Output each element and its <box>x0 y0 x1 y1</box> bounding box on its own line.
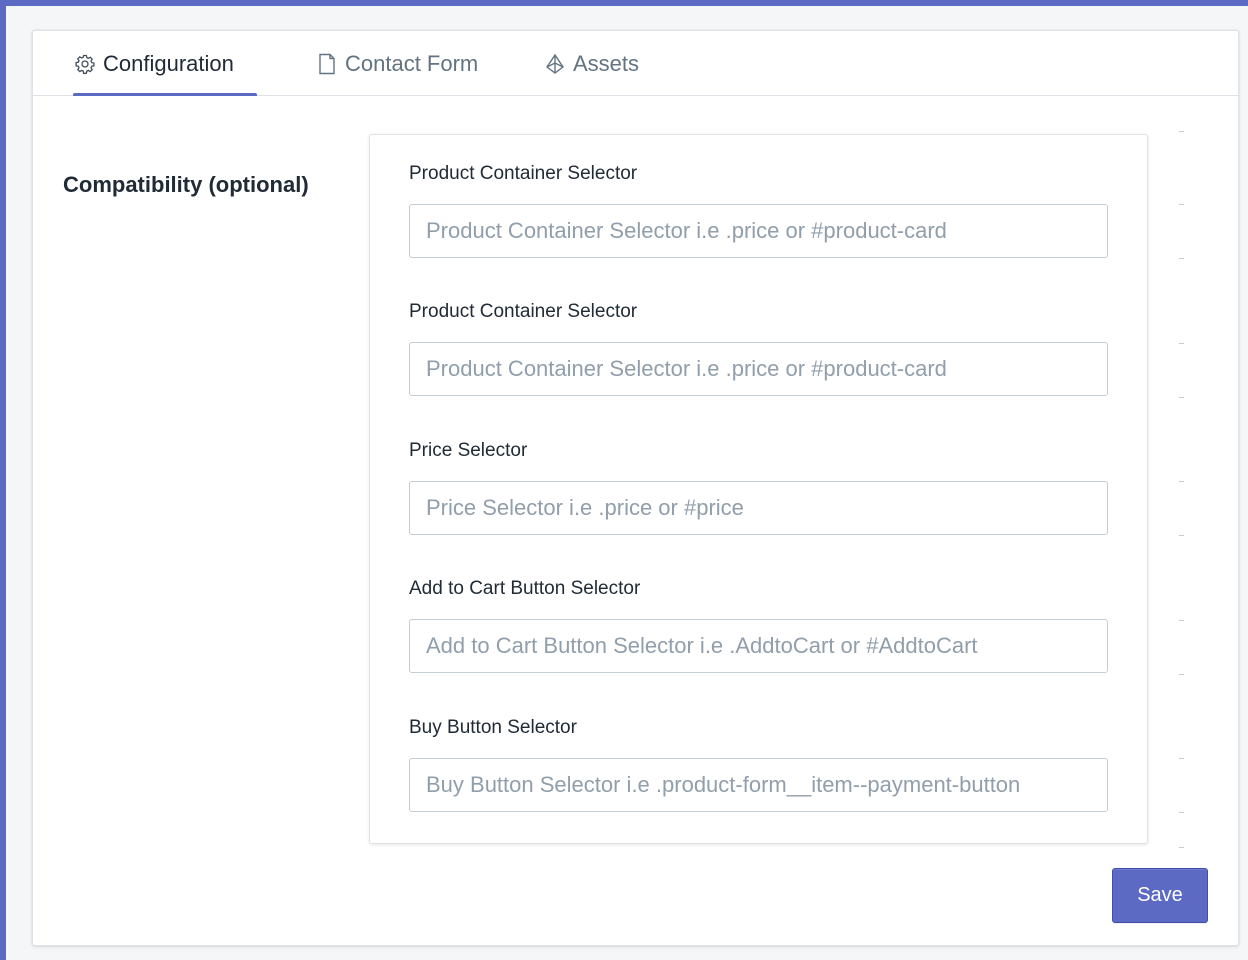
tab-contact-form[interactable]: Contact Form <box>315 31 478 96</box>
section-title: Compatibility (optional) <box>63 172 309 197</box>
buy-button-selector-input[interactable] <box>409 758 1108 812</box>
tab-configuration[interactable]: Configuration <box>73 31 257 96</box>
gear-icon <box>73 52 97 76</box>
page-icon <box>315 52 339 76</box>
divider <box>1179 204 1184 205</box>
product-container-selector-input-2[interactable] <box>409 342 1108 396</box>
divider <box>1179 343 1184 344</box>
field-label: Buy Button Selector <box>409 717 577 738</box>
product-container-selector-input[interactable] <box>409 204 1108 258</box>
field-label: Product Container Selector <box>409 301 638 322</box>
divider <box>1179 620 1184 621</box>
divider <box>1179 481 1184 482</box>
window-top-border <box>0 0 1248 6</box>
divider <box>1179 674 1184 675</box>
divider <box>1179 847 1184 848</box>
divider <box>1179 758 1184 759</box>
divider <box>1179 258 1184 259</box>
tab-assets[interactable]: Assets <box>543 31 639 96</box>
tab-contact-form-label: Contact Form <box>345 50 479 76</box>
divider <box>1179 397 1184 398</box>
settings-card: Configuration Contact Form Assets Compat… <box>32 30 1239 946</box>
divider <box>1179 535 1184 536</box>
tab-bar: Configuration Contact Form Assets <box>33 31 1238 96</box>
save-button[interactable]: Save <box>1112 868 1208 923</box>
selector-form: Product Container Selector Product Conta… <box>369 134 1148 844</box>
divider <box>1179 812 1184 813</box>
field-label: Product Container Selector <box>409 163 638 184</box>
field-label: Price Selector <box>409 440 528 461</box>
tab-configuration-label: Configuration <box>103 50 234 76</box>
divider <box>1179 131 1184 132</box>
price-selector-input[interactable] <box>409 481 1108 535</box>
tab-assets-label: Assets <box>573 50 640 76</box>
add-to-cart-selector-input[interactable] <box>409 619 1108 673</box>
field-label: Add to Cart Button Selector <box>409 578 641 599</box>
scroll-track <box>1179 131 1185 891</box>
window-left-border <box>0 0 6 960</box>
assets-icon <box>543 52 567 76</box>
